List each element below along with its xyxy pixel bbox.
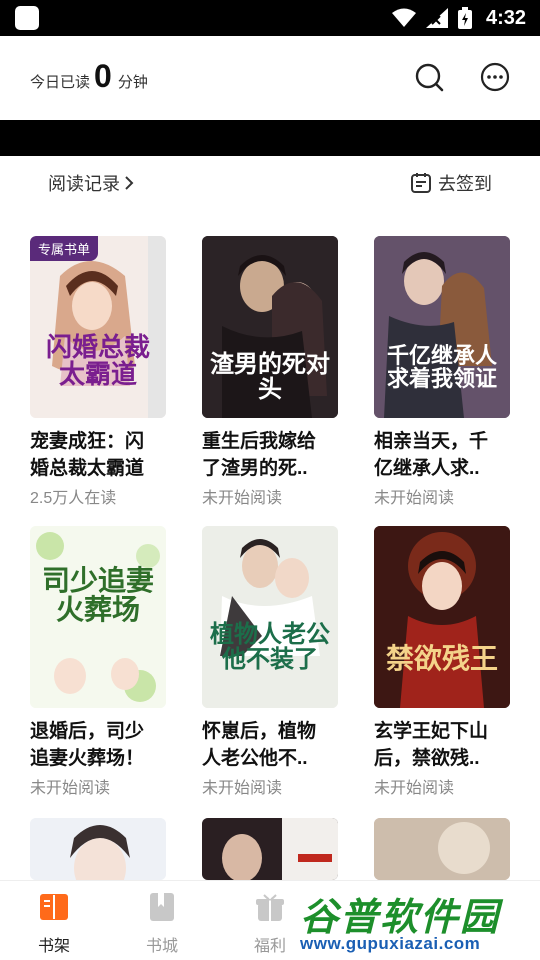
- book-title-line1: 退婚后，司少: [30, 721, 145, 742]
- bookshelf-icon: [40, 894, 68, 920]
- status-time: 4:32: [485, 6, 526, 29]
- signal-icon: [425, 8, 448, 28]
- checkin-button[interactable]: 去签到: [410, 170, 492, 196]
- today-unit: 分钟: [117, 74, 148, 91]
- reading-record-link[interactable]: 阅读记录: [48, 170, 134, 196]
- book-title: 玄学王妃下山 后，禁欲残..: [374, 718, 534, 772]
- more-button[interactable]: [480, 62, 510, 92]
- book-status: 未开始阅读: [30, 780, 111, 797]
- today-count: 0: [94, 58, 112, 94]
- cover-title-text: 渣男的死对头: [210, 351, 330, 404]
- gift-icon: [256, 894, 284, 921]
- banner-placeholder: [0, 120, 540, 156]
- wifi-icon: [391, 8, 416, 27]
- book-status: 2.5万人在读: [30, 490, 117, 507]
- book-title-line1: 怀崽后，植物: [202, 721, 317, 742]
- book-title-line2: 了渣男的死..: [202, 458, 308, 479]
- cover-title-text: 禁欲残王: [385, 643, 498, 674]
- search-button[interactable]: [414, 62, 444, 92]
- today-reading: 今日已读 0 分钟: [30, 60, 148, 92]
- book-title-line1: 相亲当天，千: [374, 431, 489, 452]
- book-cover: [202, 818, 338, 880]
- book-cover: [30, 818, 166, 880]
- watermark-url: www.gupuxiazai.com: [300, 934, 481, 953]
- book-title-line2: 亿继承人求..: [374, 458, 480, 479]
- book-cover: 禁欲残王: [374, 526, 510, 708]
- chevron-right-icon: [125, 176, 134, 190]
- nav-welfare-label: 福利: [253, 938, 286, 955]
- nav-bookshelf-label: 书架: [37, 938, 70, 955]
- battery-icon: [457, 7, 472, 29]
- shelf-header: 今日已读 0 分钟: [0, 36, 540, 120]
- book-title-line2: 人老公他不..: [202, 748, 308, 769]
- book-title-line1: 玄学王妃下山: [374, 721, 489, 742]
- book-title-line1: 宠妻成狂：闪: [30, 431, 145, 452]
- book-cover: 专属书单 闪婚总裁太霸道: [30, 236, 166, 418]
- nav-bookstore[interactable]: 书城: [132, 891, 192, 956]
- status-icons: 4:32: [391, 0, 526, 36]
- book-title-line2: 后，禁欲残..: [374, 748, 480, 769]
- book-title: 宠妻成狂：闪 婚总裁太霸道: [30, 428, 190, 482]
- cover-title-text: 千亿继承人求着我领证: [386, 343, 497, 392]
- book-status: 未开始阅读: [374, 780, 455, 797]
- calendar-icon: [411, 173, 431, 193]
- more-icon: [480, 62, 510, 92]
- book-title: 相亲当天，千 亿继承人求..: [374, 428, 534, 482]
- reading-record-label: 阅读记录: [48, 174, 120, 194]
- book-status: 未开始阅读: [202, 780, 283, 797]
- book-title-line2: 婚总裁太霸道: [30, 458, 145, 479]
- book-cover: [374, 818, 510, 880]
- book-cover: 植物人老公他不装了: [202, 526, 338, 708]
- app-square-icon: [15, 6, 39, 30]
- cover-title-text: 植物人老公他不装了: [210, 621, 330, 674]
- search-icon: [415, 63, 444, 92]
- nav-bookstore-label: 书城: [145, 938, 178, 955]
- today-prefix: 今日已读: [30, 74, 91, 91]
- book-cover: 渣男的死对头: [202, 236, 338, 418]
- book-title: 怀崽后，植物 人老公他不..: [202, 718, 362, 772]
- watermark: 谷普软件园 www.gupuxiazai.com: [292, 884, 540, 960]
- book-title: 退婚后，司少 追妻火葬场！: [30, 718, 190, 772]
- nav-bookshelf[interactable]: 书架: [24, 891, 84, 956]
- book-status: 未开始阅读: [374, 490, 455, 507]
- cover-title-text: 司少追妻火葬场: [41, 565, 154, 626]
- status-bar: 4:32: [0, 0, 540, 36]
- book-badge: 专属书单: [30, 236, 99, 261]
- book-status: 未开始阅读: [202, 490, 283, 507]
- book-cover: 司少追妻火葬场: [30, 526, 166, 708]
- book-title-line1: 重生后我嫁给: [202, 431, 317, 452]
- book-title: 重生后我嫁给 了渣男的死..: [202, 428, 362, 482]
- cover-title-text: 闪婚总裁太霸道: [45, 332, 150, 390]
- bookstore-icon: [150, 893, 174, 921]
- watermark-title: 谷普软件园: [300, 897, 501, 939]
- checkin-label: 去签到: [438, 174, 492, 194]
- nav-welfare[interactable]: 福利: [240, 891, 300, 956]
- book-title-line2: 追妻火葬场！: [30, 748, 145, 769]
- shelf-actions: 阅读记录 去签到: [0, 156, 540, 208]
- book-cover: 千亿继承人求着我领证: [374, 236, 510, 418]
